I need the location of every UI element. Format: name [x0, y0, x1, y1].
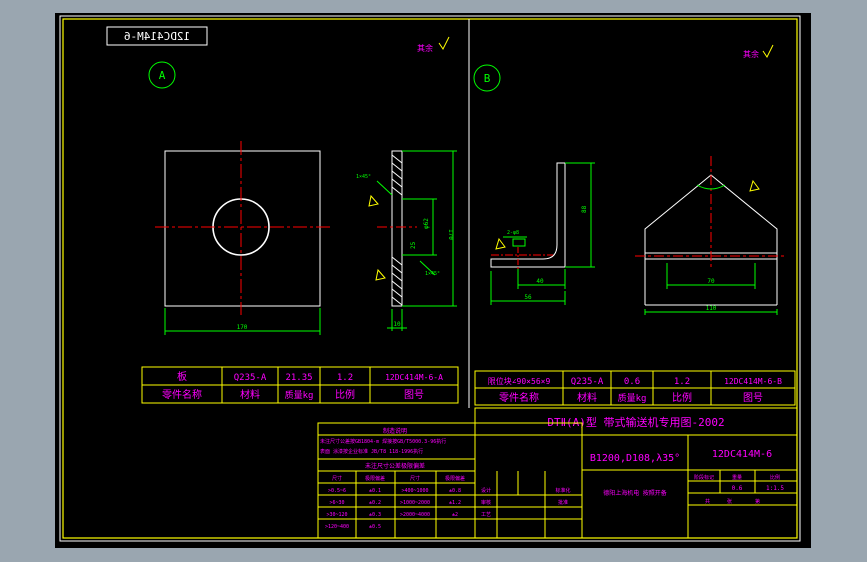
- roughness-a-label: 其余: [417, 43, 433, 53]
- part-b-h-weight: 质量kg: [618, 392, 647, 404]
- top-code: 12DC414M-6: [124, 30, 190, 43]
- part-b-scale: 1.2: [674, 377, 690, 387]
- sign-standard: 标准化: [555, 487, 570, 494]
- b-dim-width: 40: [536, 278, 544, 285]
- tol-h2: 尺寸: [410, 475, 420, 482]
- frame-inner: [62, 18, 798, 539]
- part-b-h-scale: 比例: [672, 391, 692, 404]
- part-b-table: 限位块∠90×56×9 Q235-A 0.6 1.2 12DC414M-6-B …: [474, 370, 796, 406]
- part-a-drawing-no: 12DC414M-6-A: [385, 373, 443, 382]
- part-b-drawing-no: 12DC414M-6-B: [724, 377, 782, 386]
- tol-r0c0: >0.5~6: [328, 488, 346, 494]
- part-a-h-material: 材料: [240, 388, 260, 401]
- roughness-b-label: 其余: [743, 49, 759, 59]
- dim-angle-top: 1×45°: [356, 174, 371, 180]
- view-a-label: A: [159, 69, 166, 82]
- note-title: 制造说明: [383, 427, 407, 435]
- b-weld-icon: [495, 237, 506, 250]
- frame-outer: [59, 15, 801, 542]
- part-b-front-view: 70 110: [635, 156, 787, 315]
- b-dim-total: 110: [706, 305, 717, 312]
- dim-width: 170: [237, 324, 248, 331]
- part-a-h-scale: 比例: [335, 388, 355, 401]
- part-b-h-material: 材料: [577, 391, 597, 404]
- title-block: DTⅡ(A)型 带式输送机专用图-2002 B1200,D108,λ35° 12…: [317, 407, 798, 539]
- dim-hole: φ62: [423, 218, 430, 229]
- stage-label: 阶段标记: [694, 474, 714, 481]
- weld-icon-bottom: [375, 268, 386, 281]
- sign-design: 设计: [481, 487, 491, 494]
- weld-icon-top: [368, 194, 379, 207]
- part-a-scale: 1.2: [337, 373, 353, 383]
- weight-label: 重量: [732, 474, 742, 481]
- tol-title: 未注尺寸公差极限偏差: [365, 462, 425, 470]
- part-b-weight: 0.6: [624, 377, 640, 387]
- cad-drawing: 12DC414M-6 其余 其余 A B 170 170 φ62 25 10 1…: [59, 15, 801, 542]
- part-a-name: 板: [177, 370, 187, 383]
- title-main: DTⅡ(A)型 带式输送机专用图-2002: [547, 415, 724, 429]
- title-spec: B1200,D108,λ35°: [590, 453, 680, 464]
- tol-r2c1: ±0.3: [369, 512, 381, 518]
- part-a-weight: 21.35: [285, 373, 312, 383]
- page-label: 第: [755, 498, 760, 505]
- tol-r3c0: >120~400: [325, 524, 349, 530]
- drawing-sheet: 12DC414M-6 其余 其余 A B 170 170 φ62 25 10 1…: [55, 13, 811, 548]
- part-a-table: 板 Q235-A 21.35 1.2 12DC414M-6-A 零件名称 材料 …: [141, 366, 459, 404]
- dim-angle-bottom: 1×45°: [425, 271, 440, 277]
- angle-outline: [490, 162, 566, 268]
- tol-h0: 尺寸: [332, 475, 342, 482]
- tol-r1c3: ±1.2: [449, 500, 461, 506]
- dim-chamfer: 25: [410, 241, 417, 249]
- sheet-label: 共: [705, 498, 710, 505]
- tol-r3c1: ±0.5: [369, 524, 381, 530]
- view-b-label: B: [484, 72, 491, 85]
- tol-r1c2: >1000~2000: [400, 500, 430, 506]
- scale-label: 比例: [770, 474, 780, 481]
- tol-r1c0: >6~30: [329, 500, 344, 506]
- part-a-material: Q235-A: [234, 373, 267, 383]
- part-b-material: Q235-A: [571, 377, 604, 387]
- tol-r0c1: ±0.1: [369, 488, 381, 494]
- part-b-h-name: 零件名称: [499, 391, 539, 404]
- part-a-h-drawing-no: 图号: [404, 389, 424, 401]
- tol-r0c2: >400~1000: [401, 488, 428, 494]
- tol-r2c3: ±2: [452, 512, 458, 518]
- title-code: 12DC414M-6: [712, 449, 772, 460]
- roughness-a-icon: [438, 36, 450, 50]
- tol-r2c2: >2000~4000: [400, 512, 430, 518]
- weight-value: 0.6: [732, 485, 743, 492]
- roughness-b-icon: [762, 44, 774, 58]
- part-b-h-drawing-no: 图号: [743, 392, 763, 404]
- part-a-h-name: 零件名称: [162, 388, 202, 401]
- dim-thickness: 10: [393, 321, 401, 328]
- part-a-side-view: 170 φ62 25 10 1×45° 1×45°: [356, 150, 457, 331]
- part-b-name: 限位块∠90×56×9: [488, 376, 551, 386]
- dim-height: 170: [447, 229, 454, 240]
- tol-h1: 极限偏差: [365, 475, 385, 482]
- note-line2: 表面 涂漆按企业标准 JB/T8 118-1996执行: [320, 448, 423, 455]
- tol-r2c0: >30~120: [326, 512, 347, 518]
- sheet-label-2: 张: [727, 498, 732, 505]
- b-dim-span: 70: [707, 278, 715, 285]
- note-line1: 未注尺寸公差按GB1804-m 焊接按GB/T5000.3-96执行: [320, 438, 446, 445]
- tol-r0c3: ±0.8: [449, 488, 461, 494]
- part-a-h-weight: 质量kg: [285, 389, 314, 401]
- stamp-text: 德阳上海机电 按照开备: [603, 489, 667, 497]
- plate-outline: [164, 150, 321, 307]
- scale-value: 1:1.5: [766, 485, 784, 492]
- b-dim-base: 56: [524, 294, 532, 301]
- sign-approve: 批准: [558, 499, 568, 506]
- b-weld-icon-2: [749, 179, 760, 192]
- sign-review: 审核: [481, 499, 491, 506]
- b-dim-height: 88: [581, 205, 588, 213]
- b-dim-small: 2-φ8: [507, 230, 519, 236]
- part-b-angle-view: 88 40 56 2-φ8: [490, 162, 595, 305]
- tol-r1c1: ±0.2: [369, 500, 381, 506]
- part-a-front-view: 170: [155, 141, 333, 335]
- sign-process: 工艺: [481, 512, 491, 518]
- tol-h3: 极限偏差: [445, 475, 465, 482]
